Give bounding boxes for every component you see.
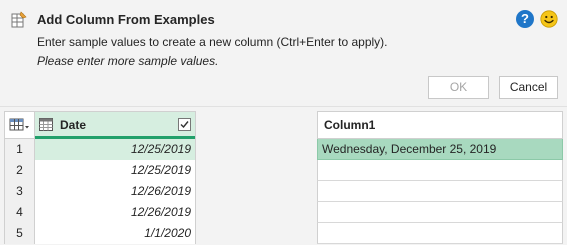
- table-row[interactable]: 2 12/25/2019: [4, 160, 196, 181]
- date-cell[interactable]: 12/26/2019: [35, 202, 196, 223]
- column-header-label: Date: [60, 118, 87, 132]
- calendar-type-icon: [39, 118, 53, 131]
- row-number: 3: [4, 181, 35, 202]
- date-cell[interactable]: 12/25/2019: [35, 139, 196, 160]
- sample-values-hint: Please enter more sample values.: [37, 54, 219, 68]
- dialog-instructions: Enter sample values to create a new colu…: [37, 35, 388, 49]
- ok-button[interactable]: OK: [428, 76, 489, 99]
- row-number: 4: [4, 202, 35, 223]
- column-header-column1[interactable]: Column1: [317, 111, 563, 139]
- dialog-title: Add Column From Examples: [37, 12, 215, 27]
- example-cell[interactable]: [317, 181, 563, 202]
- date-cell[interactable]: 1/1/2020: [35, 223, 196, 244]
- row-number: 1: [4, 139, 35, 160]
- table-row[interactable]: 5 1/1/2020: [4, 223, 196, 244]
- table-row[interactable]: 3 12/26/2019: [4, 181, 196, 202]
- smile-feedback-icon[interactable]: [540, 10, 558, 28]
- table-row[interactable]: 1 12/25/2019: [4, 139, 196, 160]
- row-number: 5: [4, 223, 35, 244]
- date-cell[interactable]: 12/25/2019: [35, 160, 196, 181]
- dialog-header: Add Column From Examples Enter sample va…: [0, 0, 567, 106]
- table-row[interactable]: 4 12/26/2019: [4, 202, 196, 223]
- source-data-grid: Date 1 12/25/2019 2 12/25/2019 3 12/26/2…: [4, 111, 196, 244]
- row-number: 2: [4, 160, 35, 181]
- example-cell[interactable]: [317, 202, 563, 223]
- cancel-button[interactable]: Cancel: [499, 76, 558, 99]
- column-from-examples-icon: [11, 11, 27, 28]
- example-cell[interactable]: [317, 160, 563, 181]
- example-cell[interactable]: [317, 223, 563, 244]
- checkmark-icon: [180, 121, 189, 129]
- date-cell[interactable]: 12/26/2019: [35, 181, 196, 202]
- column-header-date[interactable]: Date: [35, 111, 196, 139]
- column-select-checkbox[interactable]: [178, 118, 191, 131]
- example-column-grid: Column1 Wednesday, December 25, 2019: [317, 111, 563, 244]
- help-icon[interactable]: ?: [516, 10, 534, 28]
- example-cell[interactable]: Wednesday, December 25, 2019: [317, 139, 563, 160]
- preview-area: Date 1 12/25/2019 2 12/25/2019 3 12/26/2…: [0, 107, 567, 245]
- source-grid-header: Date: [4, 111, 196, 139]
- table-menu-button[interactable]: [4, 111, 35, 139]
- table-icon: [9, 118, 29, 131]
